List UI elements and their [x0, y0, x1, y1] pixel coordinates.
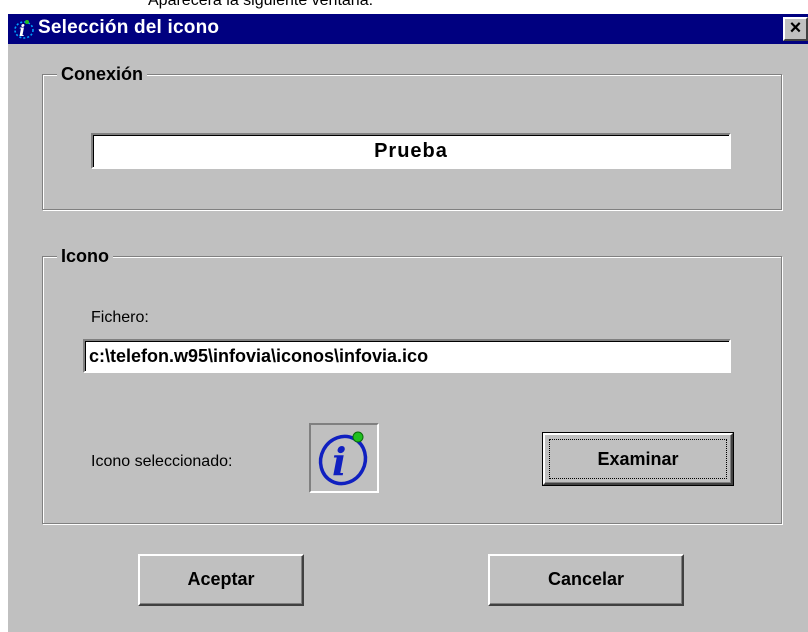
browse-button-label: Examinar — [549, 439, 727, 479]
infovia-icon: i — [13, 18, 35, 40]
icono-legend: Icono — [57, 244, 113, 268]
document-caption: Aparecerá la siguiente ventana: — [148, 0, 374, 9]
file-path-input[interactable]: c:\telefon.w95\infovia\iconos\infovia.ic… — [83, 339, 731, 373]
selected-icon-label: Icono seleccionado: — [91, 453, 233, 470]
svg-text:i: i — [332, 439, 346, 484]
icono-group: Icono Fichero: c:\telefon.w95\infovia\ic… — [42, 244, 782, 524]
title-bar[interactable]: i Selección del icono × — [8, 14, 808, 44]
conexion-group: Conexión Prueba — [42, 62, 782, 210]
window-title: Selección del icono — [38, 17, 220, 38]
connection-name-field: Prueba — [91, 133, 731, 169]
accept-button[interactable]: Aceptar — [138, 554, 304, 606]
file-label: Fichero: — [91, 309, 149, 326]
conexion-legend: Conexión — [57, 62, 148, 86]
cancel-button[interactable]: Cancelar — [488, 554, 684, 606]
close-button[interactable]: × — [783, 17, 808, 41]
infovia-icon: i — [318, 431, 368, 486]
dialog-window: i Selección del icono × Conexión Prueba … — [8, 14, 808, 632]
browse-button[interactable]: Examinar — [542, 432, 734, 486]
selected-icon-preview: i — [309, 423, 379, 493]
svg-text:i: i — [19, 21, 25, 40]
close-icon: × — [789, 17, 802, 39]
